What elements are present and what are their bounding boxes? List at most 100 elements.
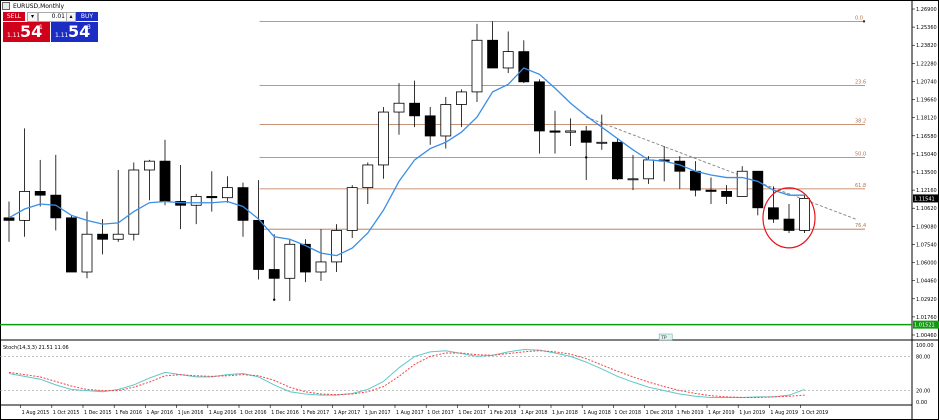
time-axis-label: 1 Jun 2018 — [552, 410, 578, 416]
low-marker — [273, 298, 276, 301]
time-axis-label: 1 Dec 2015 — [84, 410, 112, 416]
candle-body — [799, 198, 810, 231]
time-axis-label: 1 Aug 2015 — [22, 410, 50, 416]
candle-body — [736, 170, 748, 197]
time-axis-label: 1 Oct 2018 — [614, 410, 641, 416]
candle-body — [81, 233, 93, 273]
price-axis-label: 1.26900 — [916, 7, 937, 13]
price-axis-label: 1.13500 — [916, 170, 937, 176]
candle-body — [518, 51, 530, 83]
candle-body — [206, 196, 218, 199]
price-axis-label: 1.00460 — [916, 333, 937, 339]
fib-level-label: 23.6 — [855, 80, 866, 86]
price-axis-label: 1.15040 — [916, 152, 937, 158]
time-axis-label: 1 Jun 2017 — [365, 410, 391, 416]
candle-body — [612, 141, 623, 180]
time-axis-label: 1 Oct 2019 — [802, 410, 829, 416]
time-axis-label: 1 Apr 2017 — [334, 410, 361, 416]
time-axis-label: 1 Apr 2019 — [708, 410, 735, 416]
fib-level-label: 0.0 — [855, 15, 863, 21]
candle-body — [596, 141, 608, 144]
price-axis-label: 1.10620 — [916, 206, 937, 212]
time-axis-label: 1 Apr 2018 — [521, 410, 548, 416]
price-axis-label: 1.09080 — [916, 224, 937, 230]
candle-body — [268, 269, 280, 279]
price-axis-label: 1.07540 — [916, 242, 937, 248]
candle-body — [565, 130, 576, 133]
time-axis-label: 1 Jun 2019 — [739, 410, 765, 416]
candle-body — [190, 196, 202, 206]
fib-level-label: 76.4 — [855, 223, 866, 229]
candle-body — [237, 187, 249, 221]
candle-body — [690, 170, 701, 191]
time-axis-label: 1 Jun 2016 — [178, 410, 204, 416]
candle-body — [471, 39, 483, 93]
fib-anchor-point — [862, 20, 866, 23]
candle-body — [580, 130, 592, 143]
price-axis-label: 1.16580 — [916, 134, 937, 140]
price-axis-label: 1.12160 — [916, 188, 937, 194]
time-axis-label: 1 Oct 2016 — [240, 410, 267, 416]
fib-level-label: 61.8 — [855, 183, 866, 189]
price-axis-label: 1.04460 — [916, 279, 937, 285]
candle-body — [768, 207, 779, 220]
time-axis-label: 1 Aug 2019 — [770, 410, 798, 416]
candle-body — [97, 233, 108, 240]
fib-level-label: 50.0 — [855, 151, 866, 157]
candle-body — [3, 217, 15, 221]
level-marker — [585, 156, 588, 159]
candle-body — [643, 159, 654, 180]
candle-body — [487, 39, 499, 69]
candle-body — [346, 187, 358, 231]
candle-body — [549, 130, 561, 133]
price-axis-label: 1.20740 — [916, 79, 937, 85]
candle-body — [705, 189, 717, 192]
moving-average-line — [8, 67, 805, 257]
price-axis-label: 1.22280 — [916, 61, 937, 67]
candle-body — [362, 164, 374, 189]
time-axis-label: 1 Oct 2017 — [427, 410, 454, 416]
candle-body — [783, 218, 795, 231]
candle-body — [19, 190, 31, 221]
time-axis-label: 1 Dec 2016 — [271, 410, 299, 416]
candle-body — [752, 170, 764, 209]
candle-body — [221, 187, 233, 199]
price-axis-label: 1.19660 — [916, 98, 937, 104]
candle-body — [377, 111, 389, 166]
candle-body — [455, 91, 467, 105]
price-axis-label: 1.06000 — [916, 261, 937, 267]
time-axis-label: 1 Aug 2016 — [209, 410, 237, 416]
time-axis-label: 1 Oct 2015 — [53, 410, 80, 416]
candle-body — [128, 169, 140, 235]
stoch-axis-label: 0.00 — [916, 400, 927, 406]
price-axis-label: 1.25360 — [916, 25, 937, 31]
candle-body — [284, 243, 296, 279]
candle-body — [627, 178, 639, 181]
candle-body — [409, 102, 421, 117]
candle-body — [502, 51, 514, 69]
stoch-axis-label: 100.00 — [916, 343, 934, 349]
time-axis-label: 1 Feb 2018 — [490, 410, 517, 416]
stoch-axis-label: 80.00 — [916, 354, 930, 360]
stoch-axis-label: 20.00 — [916, 389, 930, 395]
candle-body — [112, 233, 124, 240]
candle-body — [143, 160, 155, 171]
period-badge-label: TP — [660, 335, 667, 341]
candle-body — [253, 219, 265, 270]
candle-body — [424, 115, 436, 137]
price-axis-label: 1.23820 — [916, 43, 937, 49]
candle-body — [440, 104, 452, 137]
candle-body — [393, 102, 405, 113]
price-chart[interactable]: 0.0 23.6 38.2 50.0 61.8 76.4 TP 1.01521 1.2690… — [0, 0, 939, 420]
candle-body — [315, 261, 327, 273]
price-axis-label: 1.18120 — [916, 116, 937, 122]
candle-body — [159, 160, 171, 202]
time-axis-label: 1 Feb 2019 — [677, 410, 704, 416]
candle-body — [534, 81, 545, 132]
candle-body — [50, 194, 62, 219]
fib-level-label: 38.2 — [855, 119, 866, 125]
time-axis-label: 1 Dec 2017 — [458, 410, 486, 416]
green-line-price-label: 1.01521 — [914, 323, 935, 329]
price-axis-label: 1.01760 — [916, 315, 937, 321]
current-price-label: 1.11541 — [914, 196, 935, 202]
